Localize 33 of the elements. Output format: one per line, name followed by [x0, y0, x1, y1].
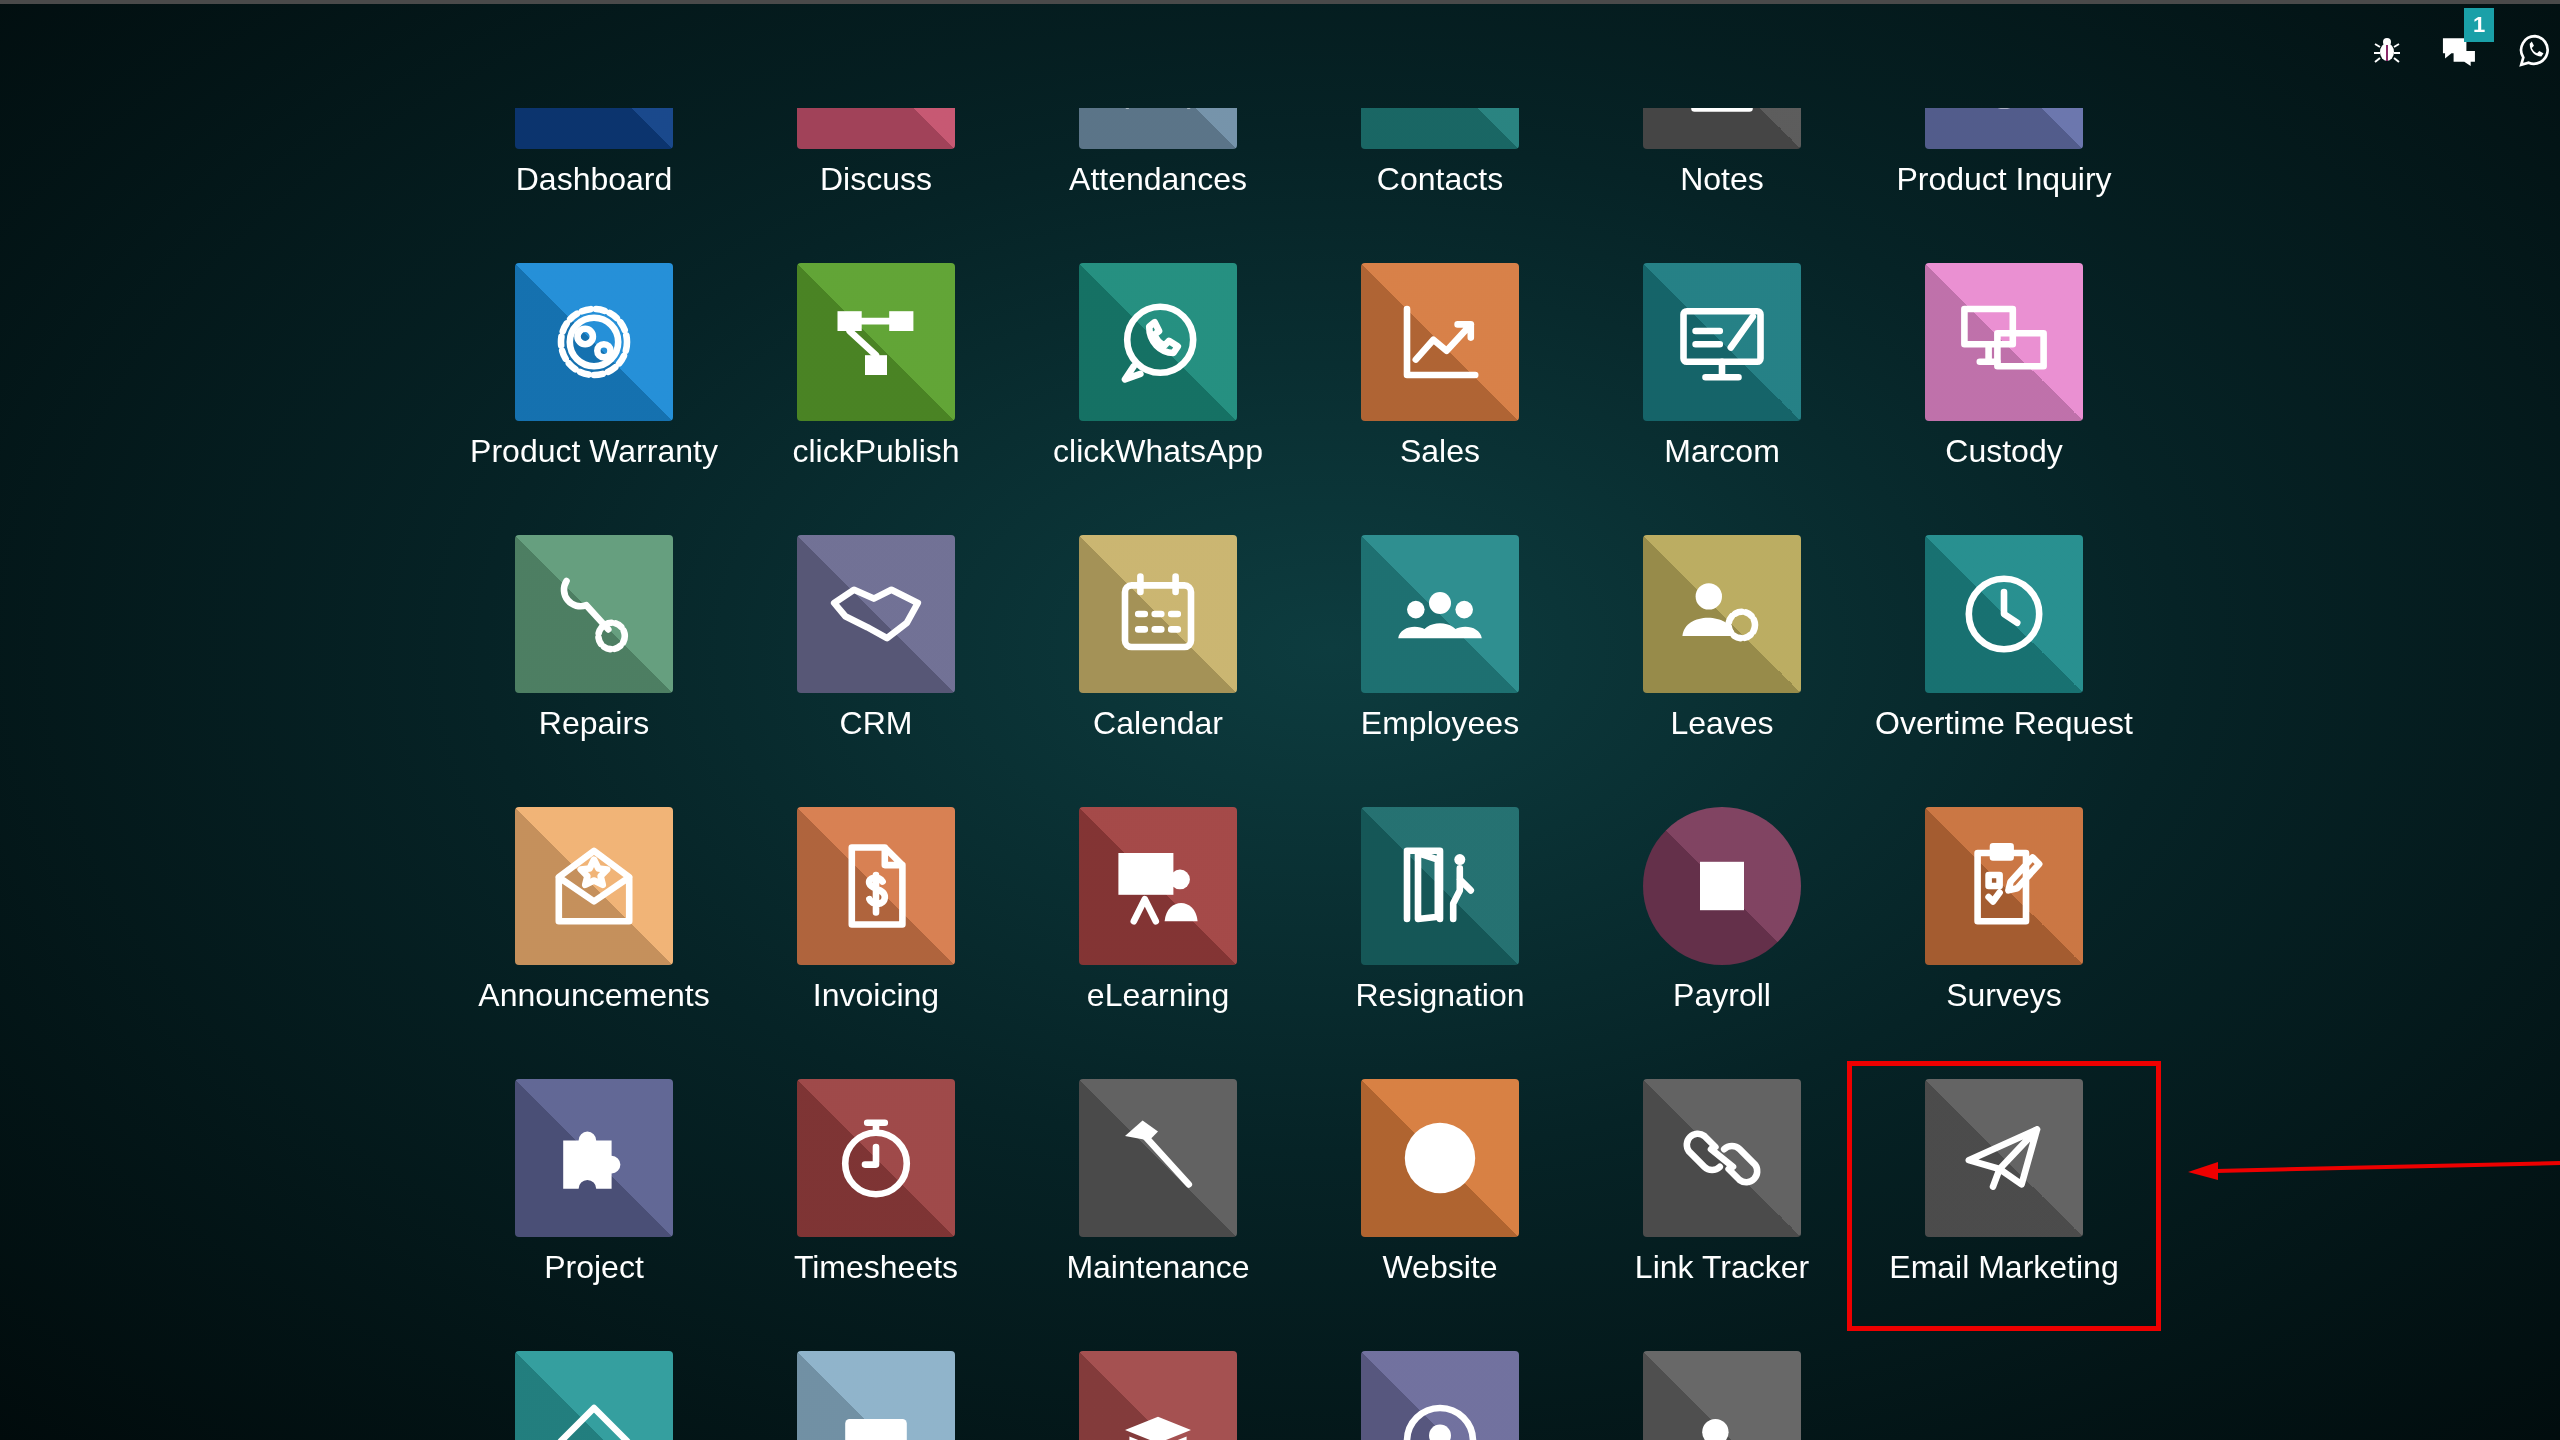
app-link[interactable]: clickWhatsApp	[1053, 263, 1263, 470]
app-link[interactable]: eLearning	[1079, 807, 1237, 1014]
app-link[interactable]: Maintenance	[1066, 1079, 1250, 1286]
app-link[interactable]: Website	[1361, 1079, 1519, 1286]
bug-icon[interactable]	[2372, 35, 2402, 65]
app-link[interactable]: Product Inquiry	[1896, 108, 2112, 198]
app-link[interactable]: Discuss	[797, 108, 955, 198]
app-link[interactable]: Email Marketing	[1889, 1079, 2119, 1286]
app-link[interactable]: Sales	[1361, 263, 1519, 470]
app-link[interactable]: Attendances	[1069, 108, 1247, 198]
app-link[interactable]: Dashboard	[515, 108, 673, 198]
app-link[interactable]: Product Warranty	[470, 263, 718, 470]
app-link[interactable]: Announcements	[478, 807, 710, 1014]
app-link[interactable]: Overtime Request	[1875, 535, 2133, 742]
app-link[interactable]: Marcom	[1643, 263, 1801, 470]
notification-badge: 1	[2464, 8, 2495, 42]
app-link[interactable]: Project	[515, 1079, 673, 1286]
app-link[interactable]: Custody	[1925, 263, 2083, 470]
app-link[interactable]: Contacts	[1361, 108, 1519, 198]
app-link[interactable]: Repairs	[515, 535, 673, 742]
app-link[interactable]: clickPublish	[792, 263, 960, 470]
app-link[interactable]: Payroll	[1643, 807, 1801, 1014]
app-link[interactable]: Timesheets	[793, 1079, 959, 1286]
app-link[interactable]: Leaves	[1643, 535, 1801, 742]
app-link[interactable]: CRM	[797, 535, 955, 742]
whatsapp-icon[interactable]	[2518, 33, 2552, 67]
app-link[interactable]: Calendar	[1079, 535, 1237, 742]
app-link[interactable]: Invoicing	[797, 807, 955, 1014]
app-link[interactable]: Surveys	[1925, 807, 2083, 1014]
app-link[interactable]: Employees	[1360, 535, 1520, 742]
app-link[interactable]: Notes	[1643, 108, 1801, 198]
app-link[interactable]: Link Tracker	[1634, 1079, 1810, 1286]
app-link[interactable]: Resignation	[1355, 807, 1525, 1014]
